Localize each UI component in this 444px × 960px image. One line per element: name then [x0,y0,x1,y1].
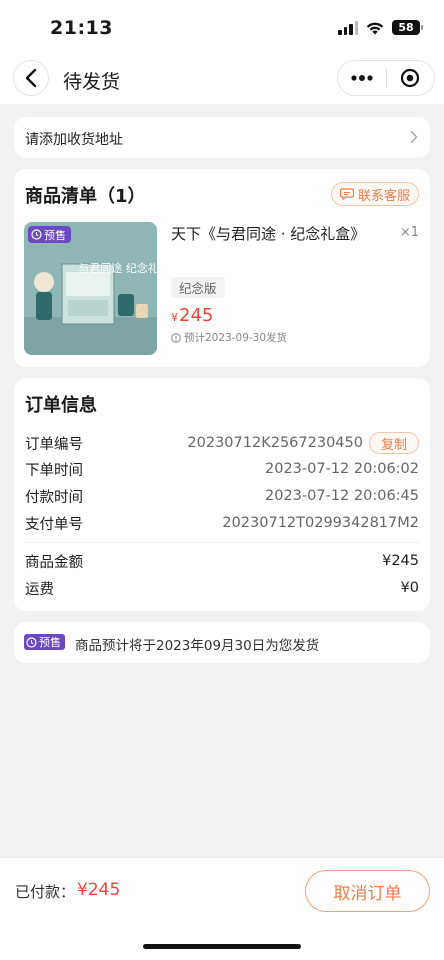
presale-badge: 预售 [28,226,71,243]
cancel-order-button[interactable]: 取消订单 [305,870,430,912]
page-title: 待发货 [63,71,121,93]
address-card[interactable]: 请添加收货地址 [14,117,430,158]
back-button[interactable] [13,60,49,96]
amount-row-goods: 商品金额 ¥245 [25,550,419,572]
order-time-value: 2023-07-12 20:06:02 [265,461,419,477]
variant-tag: 纪念版 [171,277,225,298]
add-address-label: 请添加收货地址 [25,132,123,148]
goods-card: 商品清单（1） 联系客服 与君同途 纪念礼盒 预售 天下《 [14,169,430,367]
order-info-title: 订单信息 [25,395,97,416]
product-price: ¥245 [171,305,213,326]
presale-label: 预售 [39,636,61,649]
ship-estimate: 预计2023-09-30发货 [171,330,287,345]
status-time: 21:13 [50,17,113,39]
ship-estimate-text: 预计2023-09-30发货 [184,332,288,344]
order-info-card: 订单信息 订单编号 20230712K2567230450 复制 下单时间 20… [14,378,430,611]
pay-time-value: 2023-07-12 20:06:45 [265,488,419,504]
chat-icon [339,188,354,200]
clock-icon [31,229,42,240]
goods-list-title: 商品清单（1） [25,186,146,207]
product-image[interactable]: 与君同途 纪念礼盒 预售 [24,222,157,355]
goods-amount-value: ¥245 [382,553,419,569]
contact-service-button[interactable]: 联系客服 [330,182,419,206]
order-time-label: 下单时间 [25,462,83,479]
product-quantity: ×1 [399,225,419,240]
chevron-right-icon [410,130,418,144]
price-symbol: ¥ [171,311,178,324]
price-value: 245 [179,305,214,326]
pay-time-label: 付款时间 [25,489,83,506]
paid-amount: ¥245 [77,880,121,900]
divider [25,542,419,543]
presale-notice-text: 商品预计将于2023年09月30日为您发货 [75,638,320,654]
wifi-icon [366,22,384,34]
order-number-label: 订单编号 [25,436,83,453]
signal-icon [338,20,358,35]
order-row-paid: 付款时间 2023-07-12 20:06:45 [25,485,419,507]
payment-id-label: 支付单号 [25,516,83,533]
shipping-fee-label: 运费 [25,581,54,598]
nav-bar: 待发货 [0,56,444,104]
home-indicator[interactable] [143,944,301,949]
order-row-created: 下单时间 2023-07-12 20:06:02 [25,458,419,480]
clock-icon [26,636,37,648]
amount-row-shipping: 运费 ¥0 [25,577,419,599]
order-row-payment-id: 支付单号 20230712T0299342817M2 [25,512,419,534]
chevron-left-icon [25,68,37,88]
contact-service-label: 联系客服 [357,188,410,204]
goods-amount-label: 商品金额 [25,554,83,571]
more-button[interactable] [338,61,386,95]
order-number-value: 20230712K2567230450 [187,435,363,451]
status-icons: 58 [338,20,423,35]
presale-badge: 预售 [24,634,65,650]
mini-program-capsule [337,60,435,96]
status-bar: 21:13 58 [0,0,444,56]
presale-label: 预售 [44,228,66,242]
bottom-bar: 已付款： ¥245 取消订单 [0,857,444,960]
product-image-caption: 与君同途 纪念礼盒 [78,261,157,275]
paid-label: 已付款： [15,883,76,901]
battery-icon: 58 [392,20,423,35]
close-program-button[interactable] [386,61,434,95]
info-icon [171,332,181,343]
target-icon [401,68,420,88]
order-row-number: 订单编号 20230712K2567230450 复制 [25,432,419,454]
copy-button[interactable]: 复制 [368,432,419,454]
product-name[interactable]: 天下《与君同途 · 纪念礼盒》 [171,223,371,245]
shipping-fee-value: ¥0 [400,580,419,596]
payment-id-value: 20230712T0299342817M2 [222,515,419,531]
presale-notice-card: 预售 商品预计将于2023年09月30日为您发货 [14,622,430,663]
more-dots-icon [351,75,373,81]
